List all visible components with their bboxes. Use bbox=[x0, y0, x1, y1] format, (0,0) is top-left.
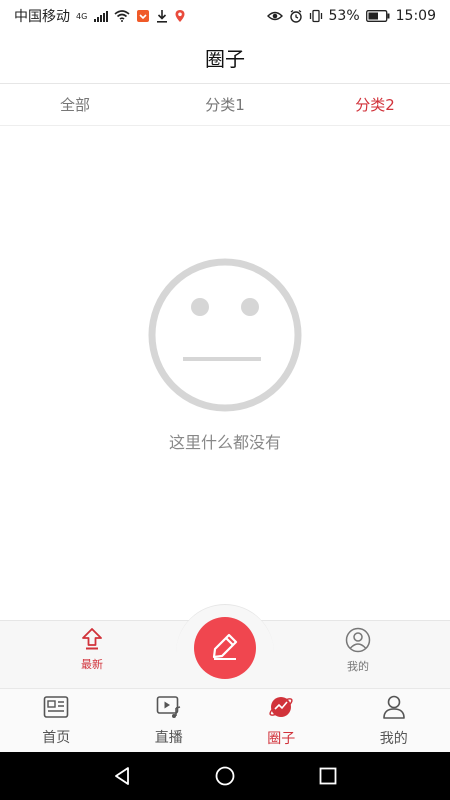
eye-icon bbox=[266, 10, 283, 22]
vibrate-icon bbox=[309, 9, 323, 23]
home-icon[interactable] bbox=[211, 762, 239, 790]
app-header: 圈子 bbox=[0, 32, 450, 84]
nav-mine-label: 我的 bbox=[379, 730, 408, 747]
compose-button[interactable] bbox=[194, 617, 256, 679]
nav-home[interactable]: 首页 bbox=[0, 689, 113, 752]
battery-percent: 53% bbox=[328, 8, 360, 24]
my-posts-button[interactable]: 我的 bbox=[318, 627, 398, 674]
nav-mine[interactable]: 我的 bbox=[338, 689, 450, 752]
nav-circle-label: 圈子 bbox=[267, 730, 296, 747]
status-right: 53% 15:09 bbox=[266, 8, 436, 24]
pencil-icon bbox=[210, 631, 240, 665]
carrier-name: 中国移动 bbox=[14, 9, 70, 25]
back-icon[interactable] bbox=[108, 762, 136, 790]
video-music-icon bbox=[156, 695, 182, 723]
category-tabs: 全部 分类1 分类2 bbox=[0, 84, 450, 126]
tab-category-2[interactable]: 分类2 bbox=[300, 94, 450, 115]
tab-category-1[interactable]: 分类1 bbox=[150, 94, 300, 115]
user-icon bbox=[382, 694, 406, 724]
nav-live-label: 直播 bbox=[154, 729, 183, 746]
nav-live[interactable]: 直播 bbox=[113, 689, 226, 752]
network-4g-icon: 4G bbox=[76, 10, 88, 22]
my-posts-label: 我的 bbox=[347, 660, 369, 673]
svg-text:4G: 4G bbox=[76, 12, 87, 21]
signal-icon bbox=[94, 10, 108, 22]
system-nav-bar bbox=[0, 752, 450, 800]
planet-icon bbox=[268, 694, 294, 724]
circle-action-bar: 最新 我的 bbox=[0, 604, 450, 702]
tab-all[interactable]: 全部 bbox=[0, 94, 150, 115]
status-bar: 中国移动 4G 53% 15:09 bbox=[0, 0, 450, 32]
latest-label: 最新 bbox=[81, 658, 103, 671]
location-icon bbox=[174, 9, 186, 23]
arrow-up-icon bbox=[80, 627, 104, 655]
latest-button[interactable]: 最新 bbox=[52, 627, 132, 672]
status-left: 中国移动 4G bbox=[14, 6, 186, 26]
neutral-face-icon bbox=[148, 258, 302, 412]
recents-icon[interactable] bbox=[314, 762, 342, 790]
screen: 中国移动 4G 53% 15:09 圈子 全部 分类1 分类2 这里什么都没有 … bbox=[0, 0, 450, 800]
alarm-icon bbox=[289, 9, 303, 23]
nav-circle[interactable]: 圈子 bbox=[225, 689, 338, 752]
page-title: 圈子 bbox=[205, 47, 245, 71]
news-icon bbox=[43, 695, 69, 723]
nav-home-label: 首页 bbox=[42, 729, 71, 746]
battery-icon bbox=[365, 10, 390, 22]
empty-message: 这里什么都没有 bbox=[168, 433, 281, 452]
clock: 15:09 bbox=[395, 8, 436, 24]
bottom-nav: 首页 直播 圈子 我的 bbox=[0, 688, 450, 752]
download-icon bbox=[156, 9, 168, 23]
user-circle-icon bbox=[345, 627, 371, 657]
app-notification-icon bbox=[136, 9, 150, 23]
wifi-icon bbox=[114, 10, 130, 22]
